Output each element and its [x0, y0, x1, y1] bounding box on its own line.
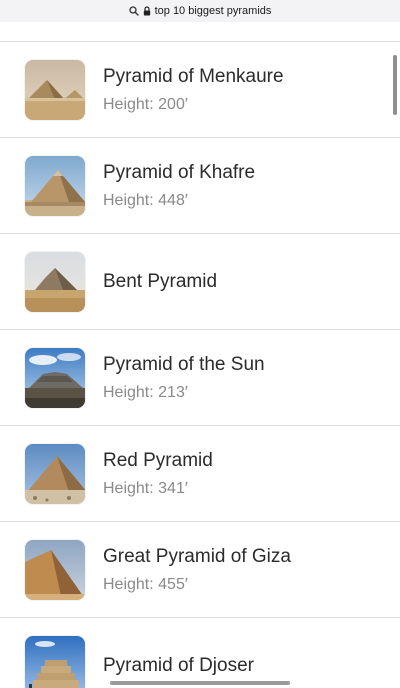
bent-pyramid-image: [25, 251, 85, 312]
search-icon: [128, 6, 139, 16]
result-title: Pyramid of Menkaure: [103, 65, 284, 87]
result-height: Height: 200′: [103, 95, 188, 113]
result-title: Red Pyramid: [103, 449, 213, 471]
home-indicator[interactable]: [110, 681, 290, 685]
result-title: Pyramid of Khafre: [103, 161, 256, 183]
results-top-divider: [0, 22, 400, 42]
result-title: Great Pyramid of Giza: [103, 545, 291, 567]
list-item[interactable]: Great Pyramid of Giza Height: 455′: [0, 522, 400, 618]
result-height: Height: 213′: [103, 383, 188, 401]
result-title: Bent Pyramid: [103, 271, 218, 292]
search-results-page: top 10 biggest pyramids Pyramid of Menka…: [0, 0, 400, 688]
result-height: Height: 455′: [103, 575, 188, 593]
sun-pyramid-image: [25, 347, 85, 408]
scrollbar[interactable]: [393, 55, 397, 115]
list-item[interactable]: Bent Pyramid: [0, 234, 400, 330]
khafre-pyramid-image: [25, 155, 85, 216]
djoser-pyramid-image: [25, 635, 85, 688]
result-height: Height: 448′: [103, 191, 188, 209]
giza-pyramid-image: [25, 539, 85, 600]
list-item[interactable]: Pyramid of Khafre Height: 448′: [0, 138, 400, 234]
list-item[interactable]: Pyramid of the Sun Height: 213′: [0, 330, 400, 426]
address-bar[interactable]: top 10 biggest pyramids: [0, 0, 400, 22]
menkaure-pyramid-image: [25, 59, 85, 120]
result-height: Height: 341′: [103, 479, 188, 497]
result-title: Pyramid of the Sun: [103, 353, 265, 375]
list-item[interactable]: Pyramid of Djoser: [0, 618, 400, 688]
address-query: top 10 biggest pyramids: [154, 5, 272, 17]
results-list: Pyramid of Menkaure Height: 200′ Pyramid…: [0, 42, 400, 688]
red-pyramid-image: [25, 443, 85, 504]
list-item[interactable]: Pyramid of Menkaure Height: 200′: [0, 42, 400, 138]
lock-icon: [143, 6, 151, 16]
list-item[interactable]: Red Pyramid Height: 341′: [0, 426, 400, 522]
result-title: Pyramid of Djoser: [103, 655, 254, 676]
